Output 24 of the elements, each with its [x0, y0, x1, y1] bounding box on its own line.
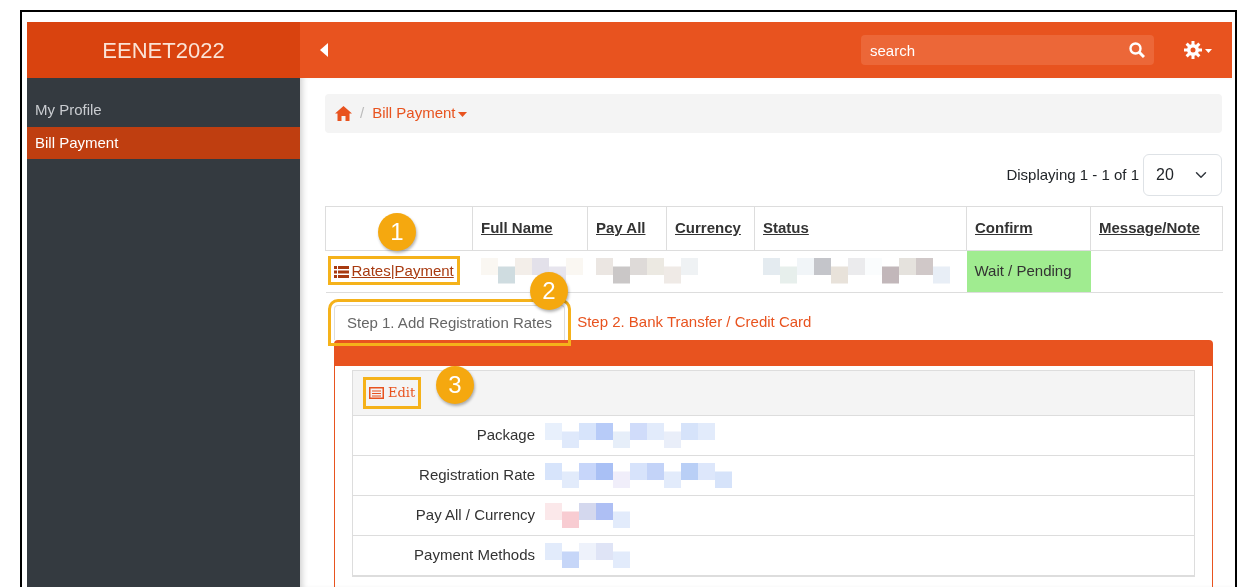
step-tab[interactable]: Step 2. Bank Transfer / Credit Card	[565, 304, 824, 340]
field-label: Package	[475, 425, 536, 446]
confirm-cell: Wait / Pending	[966, 250, 1091, 292]
caret-icon	[457, 111, 467, 117]
search-field[interactable]: search	[861, 35, 1154, 65]
app-brand: EENET2022	[27, 22, 300, 78]
field-label: Pay All / Currency	[414, 505, 536, 526]
breadcrumb-separator: /	[360, 103, 365, 124]
search-icon[interactable]	[1129, 42, 1145, 58]
list-icon	[369, 387, 384, 399]
callout-number: 1	[378, 213, 416, 251]
home-icon[interactable]	[335, 106, 352, 121]
sidebar-item[interactable]: My Profile	[27, 94, 300, 127]
page-size-select[interactable]: 20	[1143, 154, 1222, 196]
column-header[interactable]: Confirm	[975, 219, 1033, 236]
settings-icon[interactable]	[1184, 41, 1212, 59]
field-label: Payment Methods	[413, 545, 536, 566]
rates-payment-link[interactable]: Rates|Payment	[333, 261, 454, 279]
column-header[interactable]: Status	[763, 219, 809, 236]
field-label: Registration Rate	[418, 465, 536, 486]
pagination-info: Displaying 1 - 1 of 1	[1006, 164, 1139, 185]
collapse-icon[interactable]	[320, 43, 328, 57]
sidebar-item[interactable]: Bill Payment	[27, 126, 300, 159]
list-icon	[333, 265, 349, 278]
